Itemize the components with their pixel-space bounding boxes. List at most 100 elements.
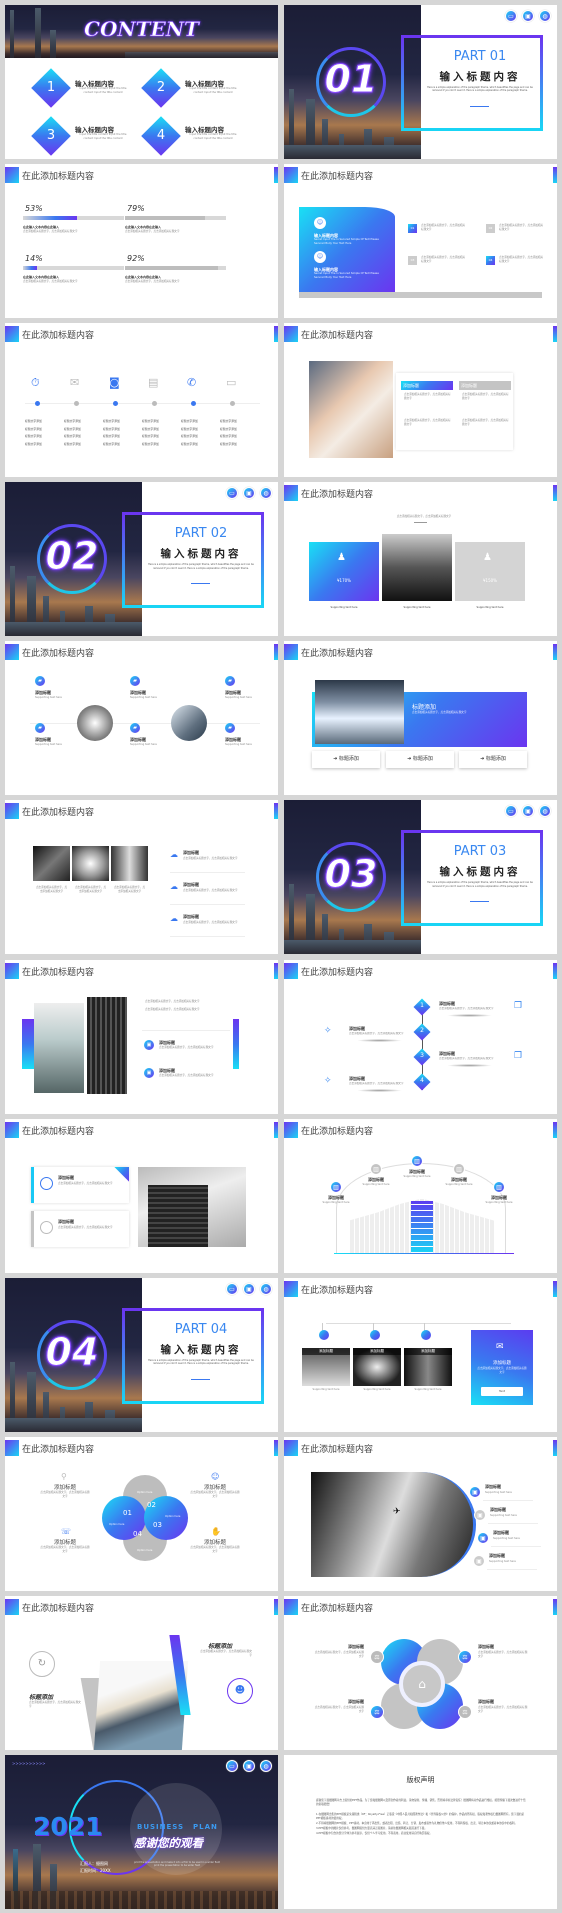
laptop-icon[interactable]: ▭ bbox=[226, 1282, 238, 1295]
slide-copyright[interactable]: 版权声明 感谢您下载摄图网平台上提供的PPT作品，为了您和摄图网以及原创作者的利… bbox=[284, 1755, 557, 1910]
part-label: PART 04 bbox=[174, 1321, 228, 1337]
globe-icon[interactable]: ◍ bbox=[539, 805, 551, 818]
part-title: 输入标题内容 bbox=[439, 866, 521, 879]
briefcase-icon[interactable]: ▣ bbox=[522, 805, 534, 818]
progress-label: 在此输入文本内容在此输入 bbox=[23, 275, 60, 280]
header-square bbox=[284, 644, 298, 661]
shadow bbox=[357, 1038, 402, 1042]
header-bar bbox=[553, 962, 557, 979]
contents-item[interactable]: 1 输入标题内容 Input the title content Input t… bbox=[31, 68, 145, 110]
globe-icon[interactable]: ◍ bbox=[539, 10, 551, 22]
header-square bbox=[5, 962, 19, 979]
laptop-icon[interactable]: ▭ bbox=[226, 1760, 238, 1773]
briefcase-icon[interactable]: ▣ bbox=[522, 10, 534, 22]
contents-item[interactable]: 3 输入标题内容 Input the title content Input t… bbox=[31, 116, 145, 158]
corner-ribbon bbox=[114, 1166, 129, 1182]
part-desc: Here is a simple explanation of the para… bbox=[148, 563, 254, 570]
item-title: 添加标题 bbox=[53, 1539, 76, 1546]
header-bar bbox=[553, 1121, 557, 1138]
title-add-button[interactable]: ➜ 标题添加 bbox=[459, 751, 527, 769]
slide-book-photo[interactable]: 在此添加标题内容 ↻ 标题添加 点击添加相关标题文字，点击添加相关标题文字 标题… bbox=[5, 1595, 278, 1750]
laptop-icon[interactable]: ▭ bbox=[505, 805, 517, 818]
people-icon: ☻ bbox=[227, 1677, 253, 1704]
slide-contents[interactable]: CONTENT 1 输入标题内容 Input the title content… bbox=[5, 5, 278, 159]
card-title: 添加标题 bbox=[493, 1360, 511, 1366]
slide-photo-arc-list[interactable]: 在此添加标题内容 ✈ ▣ 添加标题 Supporting text here ▣ 添加标… bbox=[284, 1436, 557, 1591]
laptop-icon[interactable]: ▭ bbox=[226, 487, 238, 500]
item-desc: 点击添加相关标题文字，点击添加相关标题文字 bbox=[183, 857, 238, 861]
slide-cards-photo[interactable]: 在此添加标题内容 添加标题 点击添加相关标题文字，点击添加相关标题文字 添加标题… bbox=[5, 1118, 278, 1273]
slide-building-items[interactable]: 在此添加标题内容 点击添加相关标题文字，点击添加相关标题文字 点击添加相关标题文… bbox=[5, 959, 278, 1114]
progress-bar bbox=[23, 266, 124, 271]
step-number: 4 bbox=[420, 1076, 424, 1084]
right-title: 标题添加 bbox=[208, 1642, 233, 1650]
slide-photo-cards[interactable]: 在此添加标题内容 添加标题 添加标题 点击添加相关标题文字，点击添加相关标题文字… bbox=[284, 323, 557, 478]
briefcase-icon[interactable]: ▣ bbox=[243, 487, 255, 500]
monitor-icon: ▭ bbox=[226, 376, 237, 390]
petal-option: Option here bbox=[137, 1490, 153, 1494]
slide-title: 在此添加标题内容 bbox=[301, 331, 374, 342]
arrows-decoration: >>>>>>>>>> bbox=[12, 1761, 46, 1767]
dna-icon: ✧ bbox=[324, 1025, 332, 1036]
progress-bar bbox=[23, 216, 124, 221]
slide-part-01[interactable]: 01 PART 01 输入标题内容 Here is a simple explanat… bbox=[284, 5, 557, 159]
slide-title: 在此添加标题内容 bbox=[22, 1603, 95, 1614]
slide-wave-card[interactable]: 在此添加标题内容 ☺ 输入标题内容 Secret Input The In Se… bbox=[284, 164, 557, 319]
globe-icon[interactable]: ◍ bbox=[260, 487, 272, 500]
highlight-card: ✉ 添加标题 点击添加相关标题文字，点击添加相关标题文字 Text bbox=[471, 1329, 533, 1405]
office-building-photo bbox=[138, 1166, 246, 1247]
slide-title: 在此添加标题内容 bbox=[22, 1126, 95, 1137]
slide-photos-list[interactable]: 在此添加标题内容 点击添加相关标题文字，点击添加相关标题文字 点击添加相关标题文… bbox=[5, 800, 278, 955]
briefcase-icon[interactable]: ▣ bbox=[243, 1760, 255, 1773]
slide-icon-timeline[interactable]: 在此添加标题内容 ⏱ 标题文字添加 标题文字添加 标题文字添加 标题文字添加 ✉ 标题文字添… bbox=[5, 323, 278, 478]
slide-part-03[interactable]: 03 PART 03 输入标题内容 Here is a simple explanat… bbox=[284, 800, 557, 955]
slide-part-04[interactable]: 04 PART 04 输入标题内容 Here is a simple explanat… bbox=[5, 1277, 278, 1432]
person-icon: ♟ bbox=[483, 552, 492, 564]
title-add-button[interactable]: ➜ 标题添加 bbox=[312, 751, 380, 769]
card-desc: 点击添加相关标题文字，点击添加相关标题文字 bbox=[58, 1225, 113, 1229]
petal-number: 01 bbox=[123, 1508, 132, 1517]
petal-number: 04 bbox=[133, 1529, 142, 1538]
header-bar bbox=[553, 485, 557, 502]
slide-circles[interactable]: 在此添加标题内容 ⌂ ⚖ 添加标题 点击添加相关标题文字，点击添加相关标题文字 ⚖ 添加… bbox=[284, 1595, 557, 1750]
underline bbox=[470, 901, 489, 903]
globe-icon[interactable]: ◍ bbox=[260, 1282, 272, 1295]
left-desc: 点击添加相关标题文字，点击添加相关标题文字 bbox=[29, 1700, 81, 1708]
slide-four-petals[interactable]: 在此添加标题内容 01 02 03 04 Option here Option … bbox=[5, 1436, 278, 1591]
bullet-text: 标题文字添加 bbox=[181, 426, 198, 431]
contents-item[interactable]: 2 输入标题内容 Input the title content Input t… bbox=[141, 68, 255, 110]
photo-caption: Supporting text here bbox=[363, 1387, 391, 1391]
header-bar bbox=[274, 644, 278, 661]
left-title: 标题添加 bbox=[29, 1693, 54, 1701]
slide-photos-card[interactable]: 在此添加标题内容 添加标题 Supporting text here 添加标题 Sup… bbox=[284, 1277, 557, 1432]
slide-diamond-timeline[interactable]: 在此添加标题内容 1 添加标题 点击添加相关标题文字，点击添加相关标题文字 ❐ 2 添加标… bbox=[284, 959, 557, 1114]
window-icon: ❐ bbox=[514, 1000, 523, 1011]
slide-price-cards[interactable]: 在此添加标题内容 点击添加相关标题文字，点击添加相关标题文字 ♟ ¥170% ♟… bbox=[284, 482, 557, 637]
chat-icon: ☏ bbox=[61, 1526, 72, 1536]
header-bar bbox=[274, 167, 278, 184]
header-square bbox=[284, 485, 298, 502]
header-bar bbox=[553, 326, 557, 343]
round-photo bbox=[77, 705, 113, 742]
slide-part-02[interactable]: 02 PART 02 输入标题内容 Here is a simple explanat… bbox=[5, 482, 278, 637]
header-square bbox=[5, 1121, 19, 1138]
slide-arc-building[interactable]: 在此添加标题内容 ▥ 添加标题 Supporting text here ▥ 添加标题 S… bbox=[284, 1118, 557, 1273]
text-button[interactable]: Text bbox=[481, 1386, 523, 1396]
bullet-text: 标题文字添加 bbox=[220, 419, 237, 424]
list-icon: ▣ bbox=[474, 1508, 486, 1521]
timeline-dot bbox=[230, 401, 235, 407]
slide-six-items[interactable]: 在此添加标题内容 ▰ 添加标题 Supporting text here ▰ 添加标题 S… bbox=[5, 641, 278, 796]
item-desc: Supporting text here bbox=[445, 1182, 473, 1186]
reporter: 汇报人：摄图网 bbox=[80, 1861, 108, 1867]
laptop-icon[interactable]: ▭ bbox=[505, 10, 517, 22]
slide-ending[interactable]: >>>>>>>>>> 2021 BUSINESS PLAN 感谢您的观看 汇报人… bbox=[5, 1755, 278, 1910]
slide-banner-buttons[interactable]: 在此添加标题内容 标题添加 点击添加相关标题文字，点击添加相关标题文字 ➜ 标题… bbox=[284, 641, 557, 796]
title-add-button[interactable]: ➜ 标题添加 bbox=[386, 751, 454, 769]
briefcase-icon[interactable]: ▣ bbox=[243, 1282, 255, 1295]
globe-icon[interactable]: ◍ bbox=[260, 1760, 272, 1773]
copyright-paragraph: 4.PPT模板中包含的部分字体为参考展示，仅供个人学习使用，不得商用，商业使用请… bbox=[316, 1832, 433, 1836]
slide-progress[interactable]: 在此添加标题内容 53% 在此输入文本内容在此输入 点击添加相关标题文字，点击添加相… bbox=[5, 164, 278, 319]
item-desc: Supporting text here bbox=[485, 1200, 513, 1204]
thanks-title: 感谢您的观看 bbox=[134, 1836, 203, 1851]
contents-item[interactable]: 4 输入标题内容 Input the title content Input t… bbox=[141, 116, 255, 158]
